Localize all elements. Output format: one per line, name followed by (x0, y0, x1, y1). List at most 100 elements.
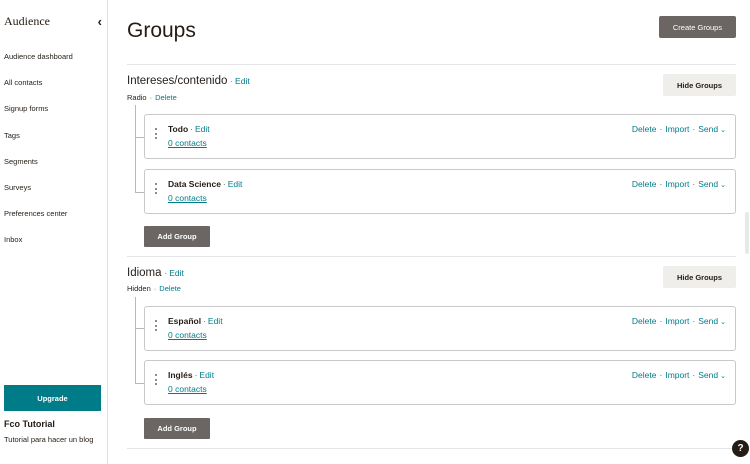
group-delete-link[interactable]: Delete (632, 370, 657, 380)
divider (127, 64, 736, 65)
group-send-link[interactable]: Send (698, 179, 718, 189)
group-import-link[interactable]: Import (665, 124, 689, 134)
group-contacts-link[interactable]: 0 contacts (168, 138, 207, 148)
separator: · (190, 124, 193, 134)
group-actions: Delete · Import · Send ⌄ (632, 179, 726, 189)
tree-branch (135, 383, 144, 384)
category-type: Radio (127, 93, 147, 102)
group-edit-link[interactable]: Edit (228, 179, 243, 189)
group-send-link[interactable]: Send (698, 124, 718, 134)
drag-handle-icon[interactable] (155, 320, 158, 332)
separator: · (659, 370, 663, 380)
add-group-button[interactable]: Add Group (144, 418, 210, 439)
hide-groups-button[interactable]: Hide Groups (663, 266, 736, 288)
category-meta: Radio · Delete (127, 93, 177, 102)
group-actions: Delete · Import · Send ⌄ (632, 316, 726, 326)
separator: · (692, 124, 696, 134)
chevron-down-icon[interactable]: ⌄ (720, 319, 726, 326)
group-contacts-link[interactable]: 0 contacts (168, 384, 207, 394)
separator: · (692, 370, 696, 380)
category-title: Idioma · Edit (127, 267, 184, 279)
chevron-down-icon[interactable]: ⌄ (720, 127, 726, 134)
page-title: Groups (127, 19, 196, 42)
sidebar-item-surveys[interactable]: Surveys (4, 181, 73, 207)
separator: · (659, 316, 663, 326)
sidebar-header: Audience ‹ (4, 13, 104, 29)
main-content: Groups Create Groups Intereses/contenido… (109, 0, 750, 464)
hide-groups-button[interactable]: Hide Groups (663, 74, 736, 96)
sidebar-item-tags[interactable]: Tags (4, 129, 73, 155)
separator: · (222, 179, 226, 189)
category-name: Intereses/contenido (127, 75, 228, 87)
sidebar-item-signup-forms[interactable]: Signup forms (4, 102, 73, 128)
group-edit-link[interactable]: Edit (208, 316, 223, 326)
separator: · (153, 284, 157, 293)
group-name-row: Todo · Edit (168, 124, 210, 134)
group-delete-link[interactable]: Delete (632, 316, 657, 326)
category-delete-link[interactable]: Delete (155, 93, 177, 102)
category-delete-link[interactable]: Delete (159, 284, 181, 293)
group-card: Inglés · Edit 0 contacts Delete · Import · Sen… (144, 360, 736, 405)
chevron-down-icon[interactable]: ⌄ (720, 373, 726, 380)
group-name: Español (168, 316, 202, 326)
group-import-link[interactable]: Import (665, 316, 689, 326)
drag-handle-icon[interactable] (155, 128, 158, 140)
group-import-link[interactable]: Import (665, 370, 689, 380)
group-name-row: Español · Edit (168, 316, 223, 326)
drag-handle-icon[interactable] (155, 374, 158, 386)
separator: · (164, 269, 168, 278)
category-type: Hidden (127, 284, 151, 293)
group-name: Inglés (168, 370, 193, 380)
sidebar-item-all-contacts[interactable]: All contacts (4, 76, 73, 102)
group-name-row: Data Science · Edit (168, 179, 242, 189)
separator: · (692, 179, 696, 189)
separator: · (659, 179, 663, 189)
scrollbar[interactable] (745, 212, 749, 254)
group-edit-link[interactable]: Edit (199, 370, 214, 380)
separator: · (230, 77, 234, 86)
tree-branch (135, 328, 144, 329)
group-name: Todo (168, 124, 189, 134)
sidebar-title: Audience (4, 13, 50, 28)
help-button[interactable]: ? (732, 440, 749, 457)
drag-handle-icon[interactable] (155, 183, 158, 195)
separator: · (194, 370, 198, 380)
upgrade-button[interactable]: Upgrade (4, 385, 101, 411)
divider (127, 256, 736, 257)
group-contacts-link[interactable]: 0 contacts (168, 330, 207, 340)
group-send-link[interactable]: Send (698, 370, 718, 380)
group-delete-link[interactable]: Delete (632, 179, 657, 189)
sidebar-item-segments[interactable]: Segments (4, 155, 73, 181)
sidebar-item-preferences-center[interactable]: Preferences center (4, 207, 73, 233)
group-import-link[interactable]: Import (665, 179, 689, 189)
account-name: Fco Tutorial (4, 419, 55, 429)
group-actions: Delete · Import · Send ⌄ (632, 124, 726, 134)
category-edit-link[interactable]: Edit (235, 76, 250, 86)
chevron-left-icon[interactable]: ‹ (98, 14, 102, 29)
add-group-button[interactable]: Add Group (144, 226, 210, 247)
group-delete-link[interactable]: Delete (632, 124, 657, 134)
chevron-down-icon[interactable]: ⌄ (720, 182, 726, 189)
account-description: Tutorial para hacer un blog (4, 435, 94, 444)
category-edit-link[interactable]: Edit (169, 268, 184, 278)
separator: · (203, 316, 206, 326)
group-actions: Delete · Import · Send ⌄ (632, 370, 726, 380)
category-name: Idioma (127, 267, 162, 279)
sidebar-item-inbox[interactable]: Inbox (4, 233, 73, 259)
create-groups-button[interactable]: Create Groups (659, 16, 736, 38)
separator: · (692, 316, 696, 326)
category-meta: Hidden · Delete (127, 284, 181, 293)
group-edit-link[interactable]: Edit (195, 124, 210, 134)
group-send-link[interactable]: Send (698, 316, 718, 326)
tree-line (135, 105, 136, 193)
separator: · (149, 93, 153, 102)
divider (127, 448, 736, 449)
sidebar-item-audience-dashboard[interactable]: Audience dashboard (4, 50, 73, 76)
tree-line (135, 297, 136, 384)
tree-branch (135, 192, 144, 193)
tree-branch (135, 137, 144, 138)
group-card: Todo · Edit 0 contacts Delete · Import · Send ⌄ (144, 114, 736, 159)
group-card: Data Science · Edit 0 contacts Delete · Impo… (144, 169, 736, 214)
group-name-row: Inglés · Edit (168, 370, 214, 380)
group-contacts-link[interactable]: 0 contacts (168, 193, 207, 203)
